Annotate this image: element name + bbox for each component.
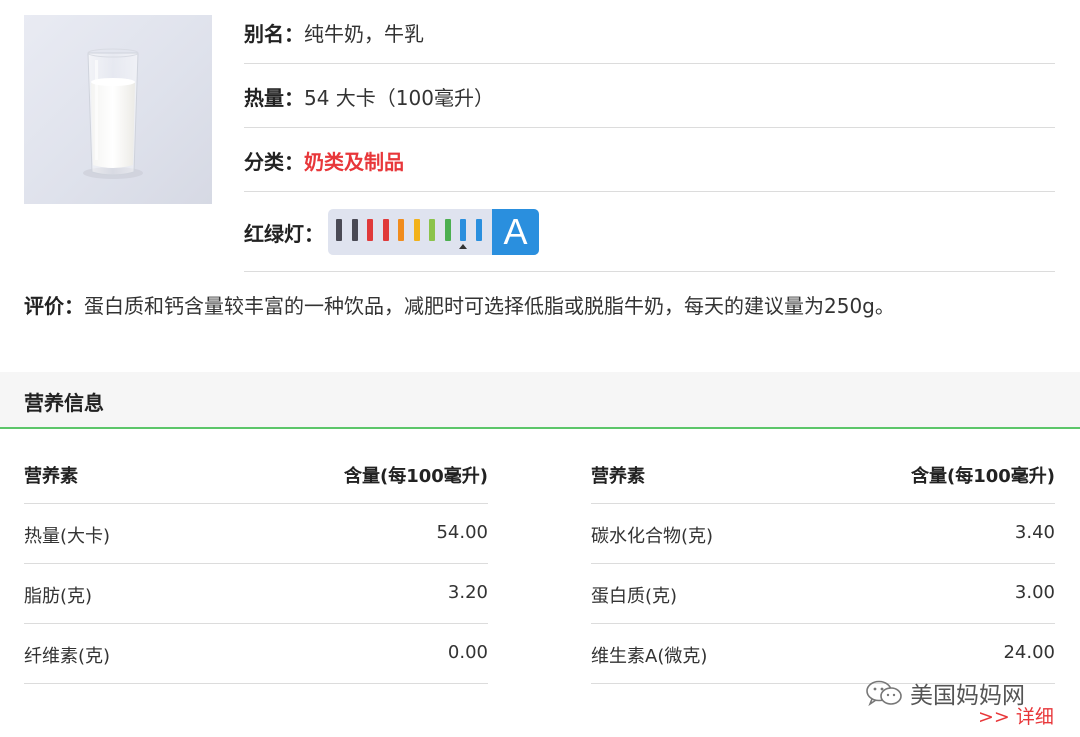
nutrient-value: 3.20 <box>447 582 488 603</box>
nutrient-name: 蛋白质(克) <box>591 586 678 607</box>
traffic-light-bars <box>328 209 492 255</box>
food-photo <box>24 15 212 204</box>
nutrient-name: 纤维素(克) <box>24 646 111 667</box>
divider <box>244 127 1055 128</box>
header-nutrient: 营养素 <box>24 466 78 487</box>
wechat-icon <box>866 680 902 707</box>
table-header-row: 营养素 含量(每100毫升) <box>591 444 1055 504</box>
table-row: 脂肪(克) 3.20 <box>24 564 488 624</box>
divider <box>244 63 1055 64</box>
nutrient-name: 脂肪(克) <box>24 586 93 607</box>
table-row: 热量(大卡) 54.00 <box>24 504 488 564</box>
detail-link[interactable]: >> 详细 <box>978 702 1054 729</box>
traffic-light-bar <box>382 219 389 241</box>
traffic-light-bar <box>460 219 466 241</box>
comment-label: 评价： <box>24 294 84 318</box>
traffic-light-label: 红绿灯： <box>244 221 324 246</box>
traffic-light-bar <box>413 219 420 241</box>
divider <box>244 191 1055 192</box>
traffic-light-bar <box>444 219 451 241</box>
traffic-light-bar <box>367 219 373 241</box>
header-nutrient: 营养素 <box>591 466 645 487</box>
traffic-light-bar <box>429 219 435 241</box>
nutrient-name: 热量(大卡) <box>24 526 111 547</box>
nutrient-value: 3.40 <box>1014 522 1055 543</box>
nutrient-value: 0.00 <box>447 642 488 663</box>
traffic-light-indicator: A <box>328 209 539 255</box>
nutrient-value: 54.00 <box>436 522 488 543</box>
traffic-light-bar <box>351 219 358 241</box>
section-title: 营养信息 <box>24 391 104 415</box>
traffic-level-pointer-icon <box>459 244 467 249</box>
calorie-value: 54 大卡（100毫升） <box>304 85 494 110</box>
calorie-row: 热量： 54 大卡（100毫升） <box>244 78 1055 114</box>
traffic-light-row: 红绿灯： A <box>244 208 1055 256</box>
table-header-row: 营养素 含量(每100毫升) <box>24 444 488 504</box>
alias-row: 别名： 纯牛奶，牛乳 <box>244 14 1055 50</box>
nutrient-name: 碳水化合物(克) <box>591 526 714 547</box>
nutrient-value: 24.00 <box>1003 642 1055 663</box>
traffic-light-grade: A <box>492 209 539 255</box>
traffic-light-bar <box>398 219 404 241</box>
nutrient-name: 维生素A(微克) <box>591 646 708 667</box>
nutrition-section-header: 营养信息 <box>0 372 1080 429</box>
category-label: 分类： <box>244 149 304 174</box>
nutrient-value: 3.00 <box>1014 582 1055 603</box>
header-amount: 含量(每100毫升) <box>343 466 488 487</box>
traffic-light-bar <box>475 219 482 241</box>
calorie-label: 热量： <box>244 85 304 110</box>
category-row: 分类： 奶类及制品 <box>244 142 1055 178</box>
table-row: 蛋白质(克) 3.00 <box>591 564 1055 624</box>
comment-row: 评价：蛋白质和钙含量较丰富的一种饮品，减肥时可选择低脂或脱脂牛奶，每天的建议量为… <box>24 290 895 319</box>
table-row: 纤维素(克) 0.00 <box>24 624 488 684</box>
alias-value: 纯牛奶，牛乳 <box>304 21 424 46</box>
category-link[interactable]: 奶类及制品 <box>304 146 404 175</box>
alias-label: 别名： <box>244 21 304 46</box>
divider <box>244 271 1055 272</box>
traffic-light-bar <box>336 219 342 241</box>
table-row: 维生素A(微克) 24.00 <box>591 624 1055 684</box>
nutrition-table-right: 营养素 含量(每100毫升) 碳水化合物(克) 3.40 蛋白质(克) 3.00… <box>591 444 1055 684</box>
nutrition-table-left: 营养素 含量(每100毫升) 热量(大卡) 54.00 脂肪(克) 3.20 纤… <box>24 444 488 684</box>
comment-text: 蛋白质和钙含量较丰富的一种饮品，减肥时可选择低脂或脱脂牛奶，每天的建议量为250… <box>84 294 895 318</box>
milk-glass-image <box>83 48 143 179</box>
table-row: 碳水化合物(克) 3.40 <box>591 504 1055 564</box>
header-amount: 含量(每100毫升) <box>910 466 1055 487</box>
